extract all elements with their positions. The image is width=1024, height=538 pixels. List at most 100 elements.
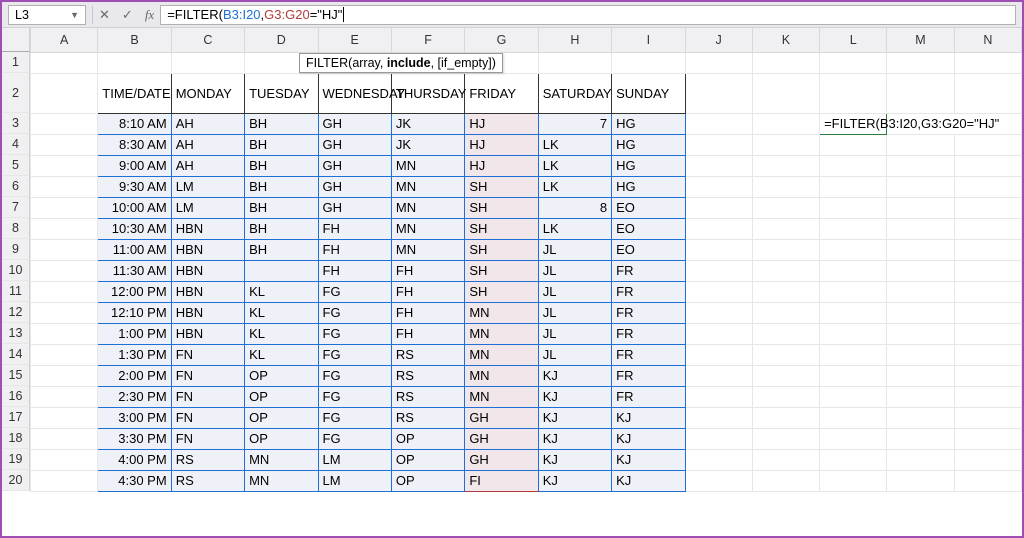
cell[interactable]: LK — [538, 176, 611, 197]
cell[interactable] — [820, 302, 887, 323]
cell[interactable] — [820, 428, 887, 449]
cell[interactable] — [887, 302, 954, 323]
cell[interactable]: JK — [391, 113, 464, 134]
cell[interactable] — [31, 281, 98, 302]
cell[interactable] — [752, 218, 819, 239]
cell[interactable] — [954, 239, 1021, 260]
cell[interactable]: HG — [612, 134, 685, 155]
cell[interactable] — [887, 176, 954, 197]
col-header-H[interactable]: H — [538, 28, 611, 52]
cell[interactable]: HBN — [171, 281, 244, 302]
cell[interactable] — [954, 134, 1021, 155]
cell[interactable] — [887, 365, 954, 386]
cell[interactable]: OP — [245, 428, 318, 449]
cell[interactable]: FH — [318, 260, 391, 281]
cell[interactable]: KL — [245, 344, 318, 365]
cell[interactable]: BH — [245, 239, 318, 260]
col-header-I[interactable]: I — [612, 28, 685, 52]
cell[interactable] — [31, 134, 98, 155]
cell[interactable]: FN — [171, 365, 244, 386]
cell[interactable]: FG — [318, 344, 391, 365]
row-header-18[interactable]: 18 — [2, 428, 30, 449]
cell[interactable]: OP — [245, 386, 318, 407]
cell[interactable] — [820, 73, 887, 113]
cell[interactable]: JL — [538, 281, 611, 302]
cell[interactable] — [887, 197, 954, 218]
cell[interactable]: LK — [538, 155, 611, 176]
cell[interactable]: GH — [318, 197, 391, 218]
cell[interactable] — [752, 407, 819, 428]
cell[interactable] — [954, 365, 1021, 386]
row-header-5[interactable]: 5 — [2, 155, 30, 176]
cell[interactable] — [954, 449, 1021, 470]
cell[interactable]: FR — [612, 302, 685, 323]
cell[interactable]: BH — [245, 113, 318, 134]
cell[interactable]: RS — [171, 470, 244, 491]
cell[interactable]: FH — [318, 239, 391, 260]
cell[interactable]: KJ — [538, 449, 611, 470]
cell[interactable]: HBN — [171, 218, 244, 239]
col-header-M[interactable]: M — [887, 28, 954, 52]
cell[interactable]: 3:30 PM — [98, 428, 171, 449]
cell[interactable]: FR — [612, 344, 685, 365]
cell[interactable] — [887, 470, 954, 491]
cell[interactable]: GH — [318, 176, 391, 197]
cell[interactable]: KJ — [612, 407, 685, 428]
cell[interactable] — [31, 113, 98, 134]
cell[interactable]: RS — [391, 344, 464, 365]
cell[interactable] — [887, 407, 954, 428]
cell[interactable]: MONDAY — [171, 73, 244, 113]
cell[interactable] — [752, 386, 819, 407]
cell[interactable]: TIME/DATE — [98, 73, 171, 113]
cell[interactable]: KL — [245, 281, 318, 302]
cell[interactable]: FN — [171, 428, 244, 449]
cell[interactable]: 2:30 PM — [98, 386, 171, 407]
cell[interactable]: HBN — [171, 239, 244, 260]
cell[interactable]: RS — [391, 407, 464, 428]
cell[interactable]: FH — [391, 302, 464, 323]
cell[interactable]: 2:00 PM — [98, 365, 171, 386]
cell[interactable] — [752, 52, 819, 73]
cell[interactable]: BH — [245, 134, 318, 155]
cell[interactable]: FH — [391, 281, 464, 302]
cell[interactable] — [954, 73, 1021, 113]
row-header-13[interactable]: 13 — [2, 323, 30, 344]
cell[interactable] — [31, 428, 98, 449]
col-header-A[interactable]: A — [31, 28, 98, 52]
cell[interactable]: GH — [465, 449, 538, 470]
row-header-15[interactable]: 15 — [2, 365, 30, 386]
cell[interactable] — [31, 407, 98, 428]
cell[interactable]: AH — [171, 113, 244, 134]
row-header-6[interactable]: 6 — [2, 176, 30, 197]
cell[interactable]: MN — [391, 155, 464, 176]
cell[interactable] — [685, 365, 752, 386]
cell[interactable]: 9:00 AM — [98, 155, 171, 176]
cell[interactable] — [954, 344, 1021, 365]
cell[interactable]: MN — [391, 176, 464, 197]
cell[interactable]: OP — [391, 470, 464, 491]
cell[interactable] — [752, 260, 819, 281]
cell[interactable]: FG — [318, 281, 391, 302]
cell[interactable]: FG — [318, 365, 391, 386]
cell[interactable]: AH — [171, 155, 244, 176]
select-all-corner[interactable] — [2, 28, 30, 52]
cell[interactable]: 11:30 AM — [98, 260, 171, 281]
cell[interactable]: OP — [391, 428, 464, 449]
name-box[interactable]: L3 ▼ — [8, 5, 86, 25]
cell[interactable]: SUNDAY — [612, 73, 685, 113]
cell[interactable]: BH — [245, 197, 318, 218]
cell[interactable]: EO — [612, 239, 685, 260]
cell[interactable] — [752, 176, 819, 197]
cell[interactable] — [887, 323, 954, 344]
col-header-B[interactable]: B — [98, 28, 171, 52]
cell[interactable]: FR — [612, 260, 685, 281]
cell[interactable]: SH — [465, 239, 538, 260]
cell[interactable] — [752, 155, 819, 176]
cell[interactable]: FG — [318, 407, 391, 428]
cell[interactable]: MN — [465, 386, 538, 407]
cell[interactable]: GH — [465, 407, 538, 428]
cell[interactable] — [820, 281, 887, 302]
formula-input[interactable]: =FILTER(B3:I20,G3:G20="HJ" — [160, 5, 1016, 25]
cell[interactable]: KJ — [612, 470, 685, 491]
col-header-F[interactable]: F — [391, 28, 464, 52]
